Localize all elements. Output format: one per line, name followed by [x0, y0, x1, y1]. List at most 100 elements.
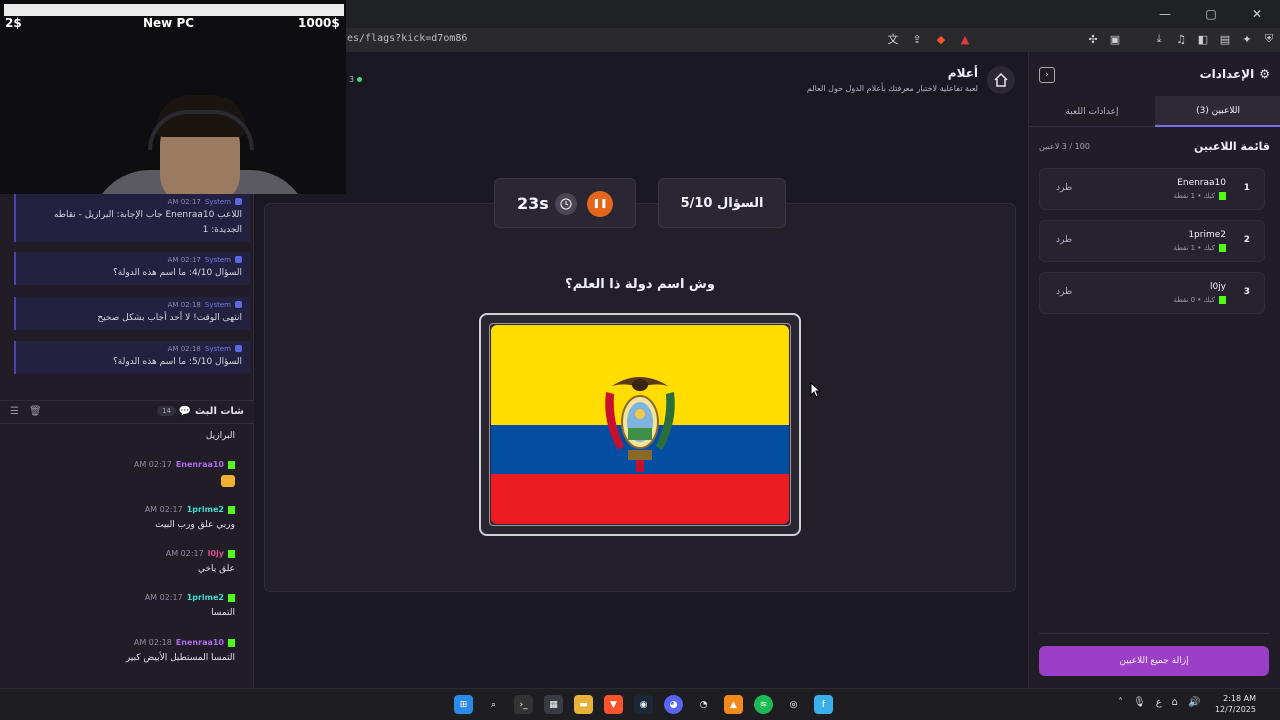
brave-rewards-icon[interactable]: ▲ [957, 31, 973, 47]
minimize-button[interactable]: — [1142, 0, 1188, 28]
chat-username[interactable]: 1prime2 [187, 593, 224, 602]
align-icon[interactable]: ☰ [10, 406, 19, 417]
players-list-title: قائمة اللاعبين [1194, 140, 1270, 153]
chat-username[interactable]: l0jy [208, 549, 224, 558]
spacer-icon [1129, 31, 1145, 47]
player-info-text: كيك • 1 نقطة [1173, 244, 1215, 252]
chat-username[interactable]: Enenraa10 [176, 460, 224, 469]
files-icon[interactable]: ▬ [574, 695, 593, 714]
clock-icon [555, 193, 577, 215]
chat-time: 02:17 AM [165, 549, 204, 558]
chat-text: علق ياخي [197, 564, 235, 574]
chat-username[interactable]: 1prime2 [187, 505, 224, 514]
pause-icon: ❚❚ [592, 199, 608, 209]
kick-player-button[interactable]: طرد [1056, 235, 1072, 245]
search-icon[interactable]: ⌕ [484, 695, 503, 714]
brave-shield-icon[interactable]: ◆ [933, 31, 949, 47]
home-button[interactable] [987, 66, 1015, 94]
webcam-overlay: 2$ New PC 1000$ [0, 0, 346, 194]
sidebar-icon[interactable]: ◧ [1195, 31, 1211, 47]
chat-message: البرازيل [15, 431, 235, 441]
brave-icon[interactable]: ▼ [604, 695, 623, 714]
share-icon[interactable]: ⇪ [909, 31, 925, 47]
url-text[interactable]: es/flags?kick=d7om86 [347, 33, 467, 44]
divider [1039, 633, 1269, 634]
leo-icon[interactable]: ✦ [1239, 31, 1255, 47]
system-text: السؤال 5/10: ما اسم هذه الدولة؟ [113, 357, 242, 367]
vpn-icon[interactable]: ⛨ [1261, 31, 1277, 47]
remove-all-players-button[interactable]: إزالة جميع اللاعبين [1039, 646, 1269, 676]
language-indicator[interactable]: ع [1156, 697, 1162, 708]
kick-player-button[interactable]: طرد [1056, 287, 1072, 297]
system-time: 02:18 AM [167, 301, 201, 309]
trash-icon[interactable]: 🗑 [29, 406, 42, 417]
chevron-up-icon[interactable]: ˄ [1118, 697, 1123, 708]
windows-start-icon[interactable]: ⊞ [454, 695, 473, 714]
tab-game-settings[interactable]: إعدادات اللعبة [1029, 96, 1155, 127]
player-card: 1 Enenraa10 كيك • 1 نقطة طرد [1039, 168, 1265, 210]
chat-bubble-icon: 💬 [178, 406, 192, 417]
steam-icon[interactable]: ◉ [634, 695, 653, 714]
status-number: 3 [349, 75, 355, 84]
terminal-icon[interactable]: ›_ [514, 695, 533, 714]
speed-icon[interactable]: ◔ [694, 695, 713, 714]
question-text: وش اسم دولة ذا العلم؟ [565, 277, 715, 292]
players-count: 100 / 3 لاعبين [1039, 142, 1090, 151]
player-rank: 2 [1243, 235, 1250, 245]
chrome-icon[interactable]: ◎ [784, 695, 803, 714]
window-controls: — ▢ ✕ [1142, 0, 1280, 28]
settings-title-text: الإعدادات [1199, 67, 1255, 81]
kick-icon [228, 505, 235, 514]
player-name: Enenraa10 [1177, 178, 1226, 188]
collapse-panel-button[interactable]: › [1039, 67, 1055, 83]
wallet-icon[interactable]: ▤ [1217, 31, 1233, 47]
system-author: System [204, 256, 231, 264]
chat-text: وربي علق ورب البيت [155, 520, 235, 530]
player-card: 3 l0jy كيك • 0 نقطة طرد [1039, 272, 1265, 314]
app-icon[interactable]: ▲ [724, 695, 743, 714]
page-title: أعلام [947, 66, 978, 80]
tab-players[interactable]: اللاعبين (3) [1155, 96, 1280, 127]
toolbar-icons: ✣ ▣ ⤓ ♫ ◧ ▤ ✦ ⛨ ≡ [1085, 31, 1280, 47]
discord-icon[interactable]: ◕ [664, 695, 683, 714]
spotify-icon[interactable]: ≋ [754, 695, 773, 714]
system-message: System 02:17 AM السؤال 4/10: ما اسم هذه ا… [14, 252, 250, 285]
chat-message: Enenraa10 02:18 AM التمسا المستطيل الأبيض… [15, 638, 235, 663]
taskbar-clock[interactable]: 2:18 AM 12/7/2025 [1215, 693, 1256, 715]
system-badge-icon [235, 345, 242, 352]
chat-text: البرازيل [205, 431, 235, 441]
clock-date: 12/7/2025 [1214, 705, 1256, 714]
system-author: System [204, 345, 231, 353]
app-icon-2[interactable]: f [814, 695, 833, 714]
network-icon[interactable]: ⌂ [1172, 697, 1178, 708]
kick-icon [1219, 296, 1226, 304]
mic-icon[interactable]: 🎙 [1133, 697, 1146, 708]
maximize-button[interactable]: ▢ [1188, 0, 1234, 28]
system-text: انتهى الوقت! لا أحد أجاب بشكل صحيح [97, 313, 242, 323]
timer-value: 23s [517, 194, 549, 213]
store-icon[interactable]: ▦ [544, 695, 563, 714]
screenshot-icon[interactable]: ▣ [1107, 31, 1123, 47]
home-icon [994, 72, 1008, 87]
translate-icon[interactable]: 文 [885, 31, 901, 47]
close-window-button[interactable]: ✕ [1234, 0, 1280, 28]
system-time: 02:17 AM [167, 198, 201, 206]
download-icon[interactable]: ⤓ [1151, 31, 1167, 47]
settings-panel: ⚙ الإعدادات › اللاعبين (3) إعدادات اللعب… [1028, 52, 1280, 688]
kick-icon [1219, 244, 1226, 252]
player-rank: 1 [1243, 183, 1250, 193]
chat-message: l0jy 02:17 AM علق ياخي [15, 549, 235, 574]
clock-time: 2:18 AM [1223, 694, 1256, 703]
extensions-icon[interactable]: ✣ [1085, 31, 1101, 47]
volume-icon[interactable]: 🔊 [1188, 697, 1200, 708]
kick-player-button[interactable]: طرد [1056, 183, 1072, 193]
system-time: 02:17 AM [167, 256, 201, 264]
pause-button[interactable]: ❚❚ [587, 191, 613, 217]
kick-icon [228, 638, 235, 647]
address-actions: 文 ⇪ ◆ ▲ [885, 31, 973, 47]
media-icon[interactable]: ♫ [1173, 31, 1189, 47]
chat-username[interactable]: Enenraa10 [176, 638, 224, 647]
system-badge-icon [235, 198, 242, 205]
system-text: اللاعب Enenraa10 جاب الإجابة: البرازيل -… [53, 210, 242, 235]
player-info-text: كيك • 1 نقطة [1173, 192, 1215, 200]
